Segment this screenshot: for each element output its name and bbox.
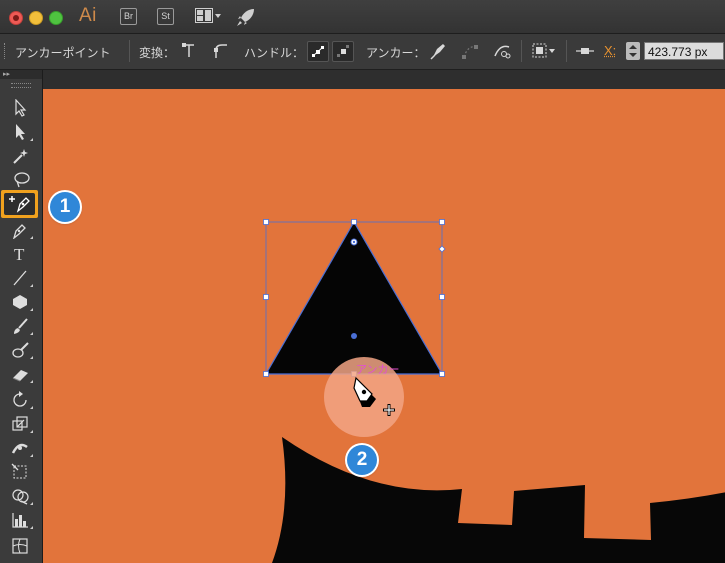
x-coordinate-label: X:	[604, 43, 617, 58]
bbox-handle	[263, 371, 269, 377]
bbox-handle	[439, 371, 445, 377]
selection-tool-icon[interactable]	[6, 97, 36, 119]
step-callout-1: 1	[50, 192, 80, 222]
tools-panel: ▸▸ T	[0, 70, 43, 563]
window-close-icon[interactable]	[9, 11, 23, 25]
remove-anchor-icon[interactable]	[428, 41, 448, 61]
pen-tool-icon[interactable]	[6, 219, 36, 241]
handle-label: ハンドル：	[244, 46, 305, 60]
polygon-tool-icon[interactable]	[6, 291, 36, 313]
anchor-label: アンカー：	[366, 46, 426, 60]
bbox-handle	[439, 294, 445, 300]
bbox-handle	[439, 219, 445, 225]
divider	[521, 40, 522, 62]
shape-widget	[438, 245, 446, 253]
width-tool-icon[interactable]	[6, 437, 36, 459]
shape-builder-tool-icon[interactable]	[6, 485, 36, 507]
stock-button[interactable]: St	[157, 8, 174, 25]
x-coordinate-input[interactable]: 423.773 px	[644, 42, 724, 60]
direct-selection-tool-icon[interactable]	[6, 121, 36, 143]
type-tool-icon[interactable]: T	[6, 243, 36, 265]
convert-to-smooth-icon[interactable]	[210, 41, 230, 61]
control-bar: アンカーポイント 変換： ハンドル： アンカー： X: 423.773 px	[0, 34, 725, 70]
mesh-tool-icon[interactable]	[6, 535, 36, 557]
lasso-tool-icon[interactable]	[6, 169, 36, 191]
paintbrush-tool-icon[interactable]	[6, 315, 36, 337]
eraser-tool-icon[interactable]	[6, 363, 36, 385]
isolate-object-icon[interactable]	[531, 41, 561, 61]
panel-collapse-icon[interactable]: ▸▸	[0, 70, 42, 79]
panel-grip[interactable]	[11, 83, 31, 88]
gpu-rocket-icon[interactable]	[236, 7, 256, 32]
graph-tool-icon[interactable]	[6, 509, 36, 531]
artwork	[263, 219, 725, 563]
line-segment-tool-icon[interactable]	[6, 267, 36, 289]
bbox-handle	[263, 219, 269, 225]
center-point	[351, 333, 357, 339]
blob-brush-tool-icon[interactable]	[6, 339, 36, 361]
app-logo: Ai	[79, 5, 97, 26]
show-handles-button[interactable]	[307, 41, 329, 62]
align-to-icon[interactable]	[575, 41, 595, 61]
anchor-tooltip: アンカー	[356, 364, 400, 376]
title-bar: Ai Br St	[0, 0, 725, 34]
divider	[129, 40, 130, 62]
hide-handles-button[interactable]	[332, 41, 354, 62]
connect-anchors-icon[interactable]	[460, 41, 480, 61]
convert-label: 変換：	[139, 46, 176, 60]
document-tab-strip	[0, 70, 725, 89]
add-anchor-point-tool-icon[interactable]	[1, 190, 38, 218]
magic-wand-tool-icon[interactable]	[6, 145, 36, 167]
free-transform-tool-icon[interactable]	[6, 461, 36, 483]
bbox-handle	[351, 219, 357, 225]
current-tool-name: アンカーポイント	[15, 46, 111, 60]
artboard-canvas[interactable]	[42, 89, 725, 563]
pumpkin-mouth-shape	[272, 437, 725, 563]
convert-to-corner-icon[interactable]	[180, 41, 200, 61]
svg-text:T: T	[14, 245, 25, 263]
step-callout-2: 2	[347, 445, 377, 475]
window-maximize-icon[interactable]	[49, 11, 63, 25]
control-bar-grip[interactable]	[4, 43, 8, 59]
scale-tool-icon[interactable]	[6, 413, 36, 435]
cut-path-icon[interactable]	[492, 41, 512, 61]
window-minimize-icon[interactable]	[29, 11, 43, 25]
workspace-layout-icon[interactable]	[195, 8, 221, 24]
bbox-handle	[263, 294, 269, 300]
x-stepper[interactable]	[626, 42, 640, 60]
divider	[566, 40, 567, 62]
rotate-tool-icon[interactable]	[6, 389, 36, 411]
bridge-button[interactable]: Br	[120, 8, 137, 25]
